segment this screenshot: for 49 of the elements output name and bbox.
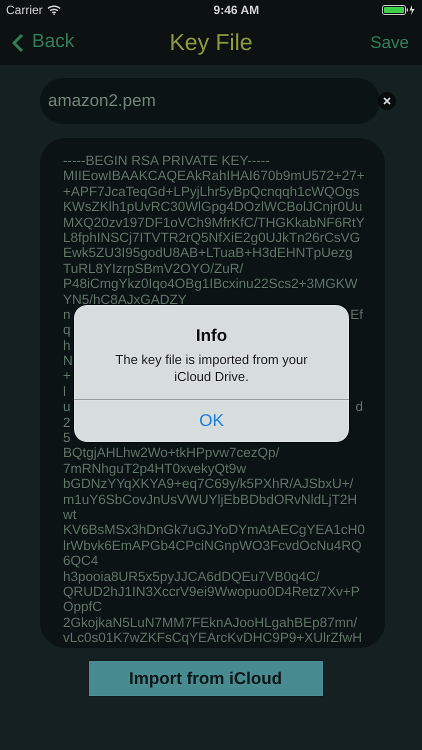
battery-icon <box>382 4 416 16</box>
key-text-fragment: u <box>63 399 71 415</box>
save-button[interactable]: Save <box>370 30 410 56</box>
clear-button[interactable] <box>378 92 396 110</box>
key-text-line: -----BEGIN RSA PRIVATE KEY----- <box>63 153 270 168</box>
key-text-fragment: d <box>355 399 363 415</box>
key-text-line: YN5/hC8AJxGADZY <box>63 292 187 307</box>
key-text-line: L8fphINSCj7ITVTR2rQ5NfXiE2g0UJkTn26rCsVG <box>63 230 360 246</box>
key-text-line: wt <box>63 506 76 522</box>
key-text-line: h3pooia8UR5x5pyJJCA6dDQEu7VB0q4C/ <box>63 568 320 584</box>
alert-title: Info <box>196 325 228 347</box>
key-text-fragment: h <box>63 338 71 354</box>
import-button[interactable]: Import from iCloud <box>88 661 322 696</box>
key-text-fragment: 5 <box>63 430 71 446</box>
key-text-line: +APF7JcaTeqGd+LPyjLhr5yBpQcnqqh1cWQOgs <box>63 184 360 200</box>
key-text-line: KWsZKlh1pUvRC30WlGpg4DOzlWCBolJCnjr0Uu <box>63 199 362 215</box>
key-text-fragment: N <box>63 353 73 368</box>
key-text-line: m1uY6SbCovJnUsVWUYljEbBDbdORvNldLjT2H <box>63 492 358 507</box>
key-text-line: Ewk5ZU3I95godU8AB+LTuaB+H3dEHNTpUezg <box>63 245 353 261</box>
key-text-line: lrWbvk6EmAPGb4CPciNGnpWO3FcvdOcNu4RQ <box>63 538 362 554</box>
key-text-line: OppfC <box>63 599 102 615</box>
nav-title: Key File <box>169 28 253 58</box>
key-text-line: MIIEowIBAAKCAQEAkRahIHAI670b9mU572+27+ <box>63 168 365 184</box>
key-text-fragment: 2 <box>63 414 71 430</box>
close-icon <box>383 97 391 105</box>
file-name-field[interactable]: amazon2.pem <box>40 78 380 124</box>
key-text-fragment: Ef <box>350 306 363 322</box>
key-text-line: BQtgjAHLhw2Wo+tkHPpvw7cezQp/ <box>63 445 280 461</box>
key-text-line: KV6BsMSx3hDnGk7uGJYoDYmAtAECgYEA1cH0 <box>63 522 365 538</box>
back-button[interactable]: Back <box>12 28 74 57</box>
key-text-fragment: n <box>63 306 71 322</box>
key-text-fragment: + <box>63 368 71 384</box>
key-text-line: 6QC4 <box>63 553 98 569</box>
ok-button[interactable]: OK <box>74 400 349 442</box>
key-text-line: P48iCmgYkz0Iqo4OBg1IBcxinu22Scs2+3MGKW <box>63 276 358 292</box>
key-text-line: bGDNzYYqXKYA9+eq7C69y/k5PXhR/AJSbxU+/ <box>63 476 354 492</box>
key-text-fragment: l <box>63 384 66 400</box>
key-text-line: TuRL8YIzrpSBmV2OYO/ZuR/ <box>63 260 244 276</box>
key-text-line: MXQ20zv197DF1oVCh9MfrKfC/THGKkabNF6RtY <box>63 214 365 230</box>
key-text-line: 7mRNhguT2p4HT0xvekyQt9w <box>63 460 246 476</box>
key-text-line: QRUD2hJ1IN3XccrV9ei9Wwopuo0D4Retz7Xv+P <box>63 584 360 600</box>
alert-message: The key file is imported from your iCloud Drive. <box>114 350 309 384</box>
carrier-label: Carrier <box>6 2 43 19</box>
chevron-left-icon <box>12 32 24 52</box>
key-text-fragment: q <box>63 322 71 338</box>
key-text-line: vLc0s01K7wZKFsCqYEArcKvDHC9P9+XUlrZfwH <box>63 630 362 646</box>
key-text-line: 2GkojkaN5LuN7MM7FEknAJooHLgahBEp87mn/ <box>63 614 358 630</box>
wifi-icon <box>46 5 61 15</box>
clock-time: 9:46 AM <box>214 2 260 19</box>
